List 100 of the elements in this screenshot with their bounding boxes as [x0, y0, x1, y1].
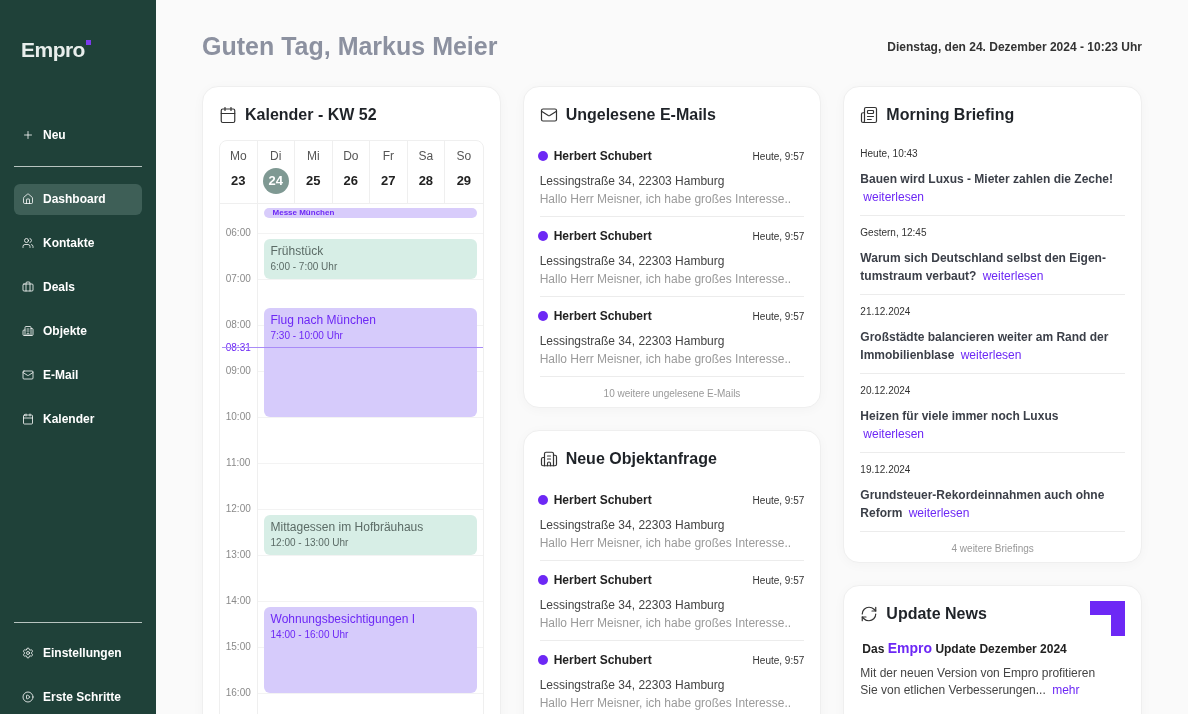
card-title: Morning Briefing: [886, 105, 1015, 125]
weekday-label: Sa: [418, 148, 434, 165]
calendar-event[interactable]: Flug nach München 7:30 - 10:00 Uhr: [263, 307, 477, 417]
event-time: 12:00 - 13:00 Uhr: [270, 535, 350, 550]
message-preview: Hallo Herr Meisner, ich habe großes Interesse..: [539, 616, 793, 630]
calendar-event[interactable]: Wohnungsbesichtigungen I 14:00 - 16:00 Uhr: [263, 606, 477, 693]
weekday-label: Fr: [382, 148, 394, 165]
day-number[interactable]: 29: [450, 168, 477, 194]
greeting-heading: Guten Tag, Markus Meier: [202, 31, 498, 63]
message-item[interactable]: Herbert Schubert Heute, 9:57 Lessingstraße 34, 22303 Hamburg Hallo Herr Meisner, ich habe großes Interesse..: [539, 217, 805, 297]
message-item[interactable]: Herbert Schubert Heute, 9:57 Lessingstraße 34, 22303 Hamburg Hallo Herr Meisner, ich habe großes Interesse..: [539, 481, 805, 561]
hour-label: 13:00: [224, 547, 252, 562]
message-subject: Lessingstraße 34, 22303 Hamburg: [539, 334, 726, 348]
calendar-icon: [219, 106, 237, 124]
message-item[interactable]: Herbert Schubert Heute, 9:57 Lessingstraße 34, 22303 Hamburg Hallo Herr Meisner, ich habe großes Interesse..: [539, 641, 805, 714]
people-icon: [22, 237, 34, 249]
message-item[interactable]: Herbert Schubert Heute, 9:57 Lessingstraße 34, 22303 Hamburg Hallo Herr Meisner, ich habe großes Interesse..: [539, 561, 805, 641]
logo[interactable]: Empro: [21, 34, 91, 66]
message-time: Heute, 9:57: [752, 573, 805, 588]
read-more-link[interactable]: weiterlesen: [982, 269, 1044, 283]
message-time: Heute, 9:57: [752, 149, 805, 164]
briefing-headline: Grundsteuer-Rekordeinnahmen auch ohne Reform weiterlesen: [860, 487, 1106, 522]
calendar-icon: [22, 413, 34, 425]
message-subject: Lessingstraße 34, 22303 Hamburg: [539, 518, 726, 532]
newspaper-icon: [860, 106, 879, 124]
nav-item[interactable]: Dashboard: [14, 183, 142, 215]
read-more-link[interactable]: weiterlesen: [960, 348, 1022, 362]
calendar-event[interactable]: Frühstück 6:00 - 7:00 Uhr: [263, 238, 477, 279]
hour-label: 07:00: [224, 271, 252, 286]
briefing-date: 21.12.2024: [860, 305, 912, 319]
weekday-label: So: [456, 148, 472, 165]
message-item[interactable]: Herbert Schubert Heute, 9:57 Lessingstraße 34, 22303 Hamburg Hallo Herr Meisner, ich habe großes Interesse..: [539, 297, 805, 376]
message-item[interactable]: Herbert Schubert Heute, 9:57 Lessingstraße 34, 22303 Hamburg Hallo Herr Meisner, ich habe großes Interesse..: [539, 137, 805, 217]
nav-item[interactable]: E-Mail: [14, 359, 142, 391]
briefing-headline: Bauen wird Luxus - Mieter zahlen die Zeche! weiterlesen: [860, 171, 1115, 206]
message-preview: Hallo Herr Meisner, ich habe großes Interesse..: [539, 536, 793, 550]
hour-label: 14:00: [224, 593, 252, 608]
nav-item[interactable]: Erste Schritte: [14, 681, 142, 712]
message-preview: Hallo Herr Meisner, ich habe großes Interesse..: [539, 272, 793, 286]
event-title: Flug nach München: [270, 311, 377, 328]
event-time: 6:00 - 7:00 Uhr: [270, 259, 339, 274]
hour-label: 06:00: [224, 225, 252, 240]
weekday-label: Do: [343, 148, 359, 165]
nav-item[interactable]: Kontakte: [14, 227, 142, 259]
sender-name: Herbert Schubert: [553, 572, 652, 589]
briefing-headline: Warum sich Deutschland selbst den Eigen-tumstraum verbaut? weiterlesen: [860, 250, 1107, 285]
briefing-date: 20.12.2024: [860, 384, 912, 398]
refresh-icon: [860, 605, 879, 623]
card-title: Update News: [886, 604, 987, 624]
message-time: Heute, 9:57: [752, 229, 805, 244]
event-time: 14:00 - 16:00 Uhr: [270, 627, 350, 642]
new-button[interactable]: Neu: [14, 124, 142, 145]
nav-item[interactable]: Kalender: [14, 403, 142, 435]
event-time: 7:30 - 10:00 Uhr: [270, 328, 344, 343]
briefing-headline: Großstädte balancieren weiter am Rand der Immobilienblase weiterlesen: [860, 329, 1110, 364]
day-number[interactable]: 26: [337, 168, 364, 194]
logo-mark-icon: [1090, 601, 1125, 636]
message-time: Heute, 9:57: [752, 309, 805, 324]
weekday-label: Mi: [306, 148, 320, 165]
event-title: Mittagessen im Hofbräuhaus: [270, 518, 425, 535]
message-preview: Hallo Herr Meisner, ich habe großes Interesse..: [539, 352, 793, 366]
message-subject: Lessingstraße 34, 22303 Hamburg: [539, 598, 726, 612]
calendar-event[interactable]: Mittagessen im Hofbräuhaus 12:00 - 13:00 Uhr: [263, 514, 477, 555]
card-title: Ungelesene E-Mails: [565, 105, 716, 125]
briefing-headline: Heizen für viele immer noch Luxus weiterlesen: [860, 408, 1060, 443]
briefing-date: 19.12.2024: [860, 463, 912, 477]
all-day-event[interactable]: Messe München: [263, 208, 477, 218]
hour-label: 10:00: [224, 409, 252, 424]
nav-item[interactable]: Objekte: [14, 315, 142, 347]
card-title: Kalender - KW 52: [245, 105, 377, 125]
day-number[interactable]: 25: [300, 168, 327, 194]
sender-name: Herbert Schubert: [553, 492, 652, 509]
message-subject: Lessingstraße 34, 22303 Hamburg: [539, 678, 726, 692]
message-preview: Hallo Herr Meisner, ich habe großes Interesse..: [539, 192, 793, 206]
day-number[interactable]: 23: [225, 168, 252, 194]
event-title: Wohnungsbesichtigungen I: [270, 610, 417, 627]
day-number[interactable]: 28: [412, 168, 439, 194]
message-preview: Hallo Herr Meisner, ich habe großes Interesse..: [539, 696, 793, 710]
event-title: Frühstück: [270, 242, 325, 259]
read-more-link[interactable]: weiterlesen: [863, 190, 925, 204]
current-date: Dienstag, den 24. Dezember 2024 - 10:23 Uhr: [887, 39, 1142, 56]
hour-label: 09:00: [224, 363, 252, 378]
sender-name: Herbert Schubert: [553, 148, 652, 165]
read-more-link[interactable]: weiterlesen: [908, 506, 970, 520]
sender-name: Herbert Schubert: [553, 652, 652, 669]
sender-name: Herbert Schubert: [553, 308, 652, 325]
day-number[interactable]: 27: [375, 168, 402, 194]
plus-icon: [22, 128, 34, 141]
mail-icon: [22, 369, 34, 381]
settings-icon: [22, 646, 34, 659]
message-time: Heute, 9:57: [752, 653, 805, 668]
nav-item[interactable]: Einstellungen: [14, 637, 142, 668]
weekday-label: Mo: [229, 148, 247, 165]
mail-icon: [539, 106, 558, 124]
read-more-link[interactable]: weiterlesen: [863, 427, 925, 441]
nav-item[interactable]: Deals: [14, 271, 142, 303]
more-link[interactable]: mehr: [1052, 683, 1080, 697]
weekday-label: Di: [270, 148, 282, 165]
hour-label: 16:00: [224, 685, 252, 700]
sender-name: Herbert Schubert: [553, 228, 652, 245]
